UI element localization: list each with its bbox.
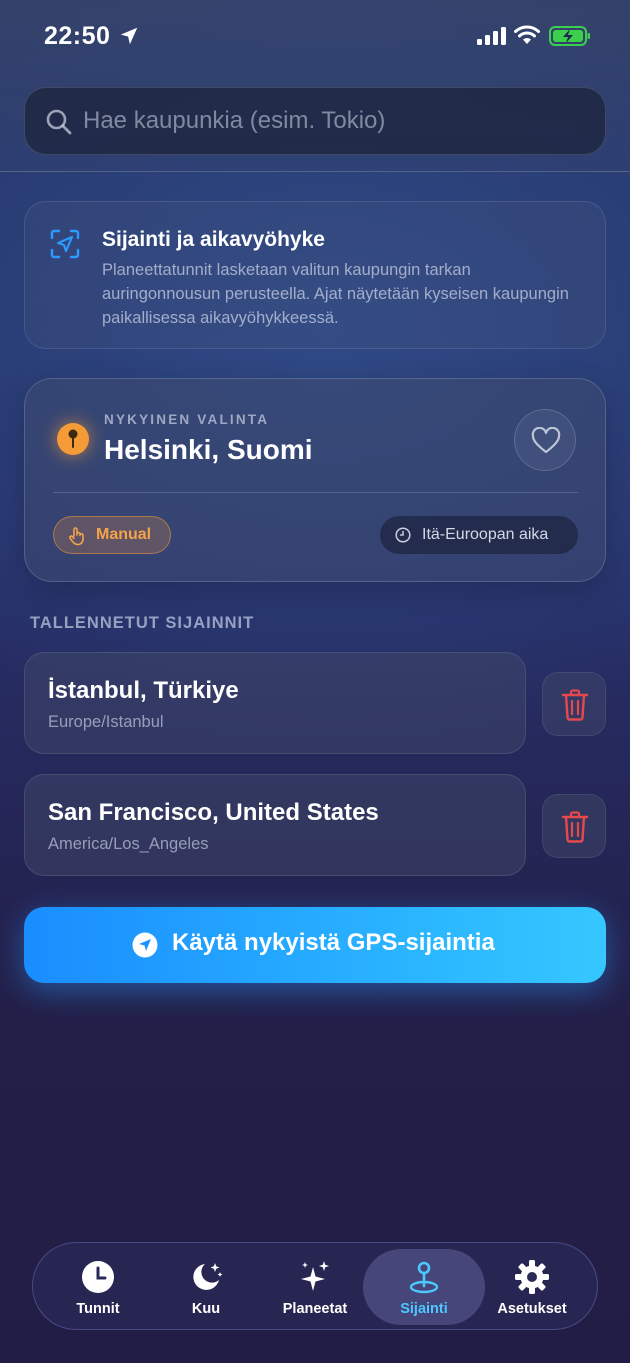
location-scan-icon [50, 229, 80, 259]
battery-charging-icon [549, 26, 590, 46]
pin-badge [57, 423, 89, 455]
map-pin-icon [68, 429, 78, 448]
wifi-icon [514, 25, 540, 44]
info-title: Sijainti ja aikavyöhyke [102, 228, 325, 251]
cellular-signal-icon [477, 27, 506, 45]
trash-icon [561, 689, 589, 721]
search-icon [46, 109, 72, 135]
tab-asetukset[interactable]: Asetukset [471, 1249, 593, 1325]
heart-icon [531, 427, 561, 454]
saved-location-name: San Francisco, United States [48, 799, 379, 826]
current-city: Helsinki, Suomi [104, 434, 313, 465]
gear-icon [515, 1260, 549, 1294]
delete-location-button[interactable] [542, 794, 606, 858]
tab-bar: Tunnit Kuu Planeetat Sijainti Asetukset [32, 1242, 598, 1330]
saved-location-item[interactable]: San Francisco, United States America/Los… [24, 774, 526, 876]
saved-location-item[interactable]: İstanbul, Türkiye Europe/Istanbul [24, 652, 526, 754]
status-time: 22:50 [44, 22, 111, 50]
current-selection-label: NYKYINEN VALINTA [104, 412, 270, 427]
tab-label: Asetukset [497, 1301, 567, 1317]
use-gps-location-label: Käytä nykyistä GPS-sijaintia [172, 929, 495, 956]
search-box[interactable] [24, 87, 606, 155]
card-divider [53, 492, 578, 493]
search-input[interactable] [83, 98, 583, 144]
tab-planeetat[interactable]: Planeetat [254, 1249, 376, 1325]
tab-label: Planeetat [282, 1301, 348, 1317]
tab-tunnit[interactable]: Tunnit [37, 1249, 159, 1325]
current-location-card: NYKYINEN VALINTA Helsinki, Suomi Manual … [24, 378, 606, 582]
navigation-arrow-icon [132, 932, 158, 958]
trash-icon [561, 811, 589, 843]
saved-location-timezone: Europe/Istanbul [48, 713, 164, 731]
saved-locations-title: TALLENNETUT SIJAINNIT [30, 614, 255, 632]
hand-pointer-icon [69, 527, 84, 546]
saved-location-timezone: America/Los_Angeles [48, 835, 209, 853]
manual-mode-badge: Manual [53, 516, 171, 554]
clock-icon [82, 1261, 114, 1293]
info-description: Planeettatunnit lasketaan valitun kaupun… [102, 261, 569, 327]
use-gps-location-button[interactable]: Käytä nykyistä GPS-sijaintia [24, 907, 606, 983]
location-pin-icon [409, 1261, 439, 1294]
tab-sijainti[interactable]: Sijainti [363, 1249, 485, 1325]
moon-icon [193, 1263, 223, 1290]
tab-label: Sijainti [400, 1301, 448, 1317]
timezone-badge: Itä-Euroopan aika [380, 516, 578, 554]
status-bar: 22:50 [0, 0, 630, 72]
manual-mode-label: Manual [96, 526, 152, 543]
tab-label: Kuu [191, 1301, 221, 1317]
favorite-button[interactable] [514, 409, 576, 471]
tab-kuu[interactable]: Kuu [145, 1249, 267, 1325]
tab-label: Tunnit [76, 1301, 120, 1317]
info-card: Sijainti ja aikavyöhyke Planeettatunnit … [24, 201, 606, 349]
saved-location-name: İstanbul, Türkiye [48, 677, 239, 704]
sparkles-icon [301, 1261, 329, 1291]
delete-location-button[interactable] [542, 672, 606, 736]
clock-small-icon [395, 527, 411, 543]
location-arrow-icon [120, 27, 138, 45]
timezone-label: Itä-Euroopan aika [422, 526, 549, 543]
